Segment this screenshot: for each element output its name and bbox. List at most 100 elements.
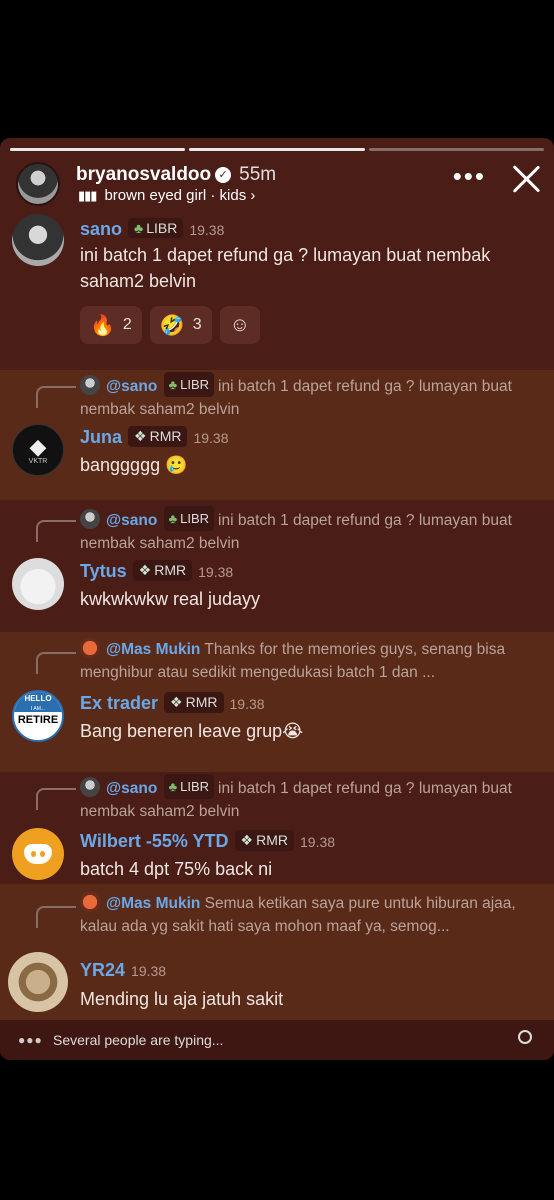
avatar[interactable] — [12, 558, 64, 610]
username[interactable]: Wilbert -55% YTD — [80, 831, 229, 851]
fire-icon: 🔥 — [90, 314, 115, 337]
diamond-icon: ❖ — [170, 694, 183, 710]
typing-dots-icon: ●●● — [18, 1033, 43, 1047]
progress-segment — [368, 148, 544, 151]
reply-username[interactable]: @sano — [106, 378, 157, 395]
username[interactable]: sano — [80, 219, 122, 239]
role-tag: ❖ RMR — [164, 692, 224, 713]
role-tag: ♣ LIBR — [163, 372, 215, 397]
message-text: ini batch 1 dapet refund ga ? lumayan bu… — [80, 245, 491, 291]
message-header: sano ♣ LIBR 19.38 — [80, 218, 224, 240]
reply-avatar — [80, 509, 100, 529]
reply-preview[interactable]: @sano ♣ LIBR ini batch 1 dapet refund ga ?… — [80, 372, 534, 421]
role-tag: ♣ LIBR — [163, 506, 215, 531]
typing-indicator: ●●● Several people are typing... — [0, 1020, 554, 1060]
avatar-label: VKTR — [28, 457, 48, 465]
username[interactable]: Ex trader — [80, 693, 158, 713]
diamond-icon: ❖ — [138, 562, 152, 578]
story-frame: bryanosvaldoo ✓ 55m ▮▮▮ brown eyed girl · k… — [0, 138, 554, 1060]
timestamp: 19.38 — [193, 430, 229, 446]
timestamp: 19.38 — [300, 834, 336, 850]
reply-preview[interactable]: @sano ♣ LIBR ini batch 1 dapet refund ga ?… — [80, 506, 534, 555]
timestamp: 19.38 — [189, 222, 225, 238]
reply-connector — [36, 386, 76, 408]
timer-icon[interactable] — [518, 1030, 532, 1044]
reply-username[interactable]: @sano — [106, 780, 157, 797]
story-username[interactable]: bryanosvaldoo — [76, 164, 211, 185]
message-header: Tytus ❖ RMR 19.38 — [80, 560, 233, 582]
avatar[interactable]: ◆ VKTR — [12, 424, 64, 476]
message-wilbert: @sano ♣ LIBR ini batch 1 dapet refund ga ?… — [0, 772, 554, 884]
rofl-icon: 🤣 — [159, 314, 185, 337]
music-title[interactable]: brown eyed girl · kids — [104, 187, 246, 204]
timestamp: 19.38 — [198, 564, 234, 580]
close-icon[interactable] — [510, 162, 542, 194]
avatar-retire: RETIRE — [17, 714, 59, 726]
reply-connector — [36, 520, 76, 542]
message-text: Bang beneren leave grup😭 — [80, 721, 304, 741]
username[interactable]: YR24 — [80, 960, 125, 980]
typing-text: Several people are typing... — [53, 1032, 224, 1048]
reply-connector — [36, 652, 76, 674]
avatar[interactable] — [12, 214, 64, 266]
role-tag: ❖ RMR — [132, 560, 193, 581]
message-yr24: @Mas Mukin Semua ketikan saya pure untuk… — [0, 884, 554, 1020]
role-tag-label: LIBR — [180, 377, 210, 392]
vktr-logo-icon: ◆ — [29, 433, 47, 459]
timestamp: 19.38 — [229, 696, 265, 712]
reactions: 🔥 2 🤣 3 ☺ — [80, 306, 261, 344]
role-tag-label: RMR — [256, 832, 288, 848]
reaction-laugh[interactable]: 🤣 3 — [149, 306, 212, 344]
reply-preview[interactable]: @Mas Mukin Thanks for the memories guys,… — [80, 638, 534, 684]
username[interactable]: Tytus — [80, 561, 127, 581]
reply-username[interactable]: @Mas Mukin — [106, 895, 200, 912]
reply-username[interactable]: @sano — [106, 512, 157, 529]
message-header: YR24 19.38 — [80, 960, 166, 981]
add-reaction-button[interactable]: ☺ — [219, 306, 261, 344]
reply-username[interactable]: @Mas Mukin — [106, 641, 200, 658]
chevron-right-icon: › — [250, 187, 256, 204]
role-tag-label: LIBR — [180, 779, 210, 794]
avatar[interactable] — [8, 952, 68, 1012]
reaction-fire[interactable]: 🔥 2 — [80, 306, 142, 344]
message-text: banggggg 🥲 — [80, 455, 188, 475]
music-line[interactable]: ▮▮▮ brown eyed girl · kids › — [78, 187, 255, 204]
story-avatar[interactable] — [16, 162, 60, 206]
reaction-count: 2 — [122, 316, 132, 333]
reply-preview[interactable]: @sano ♣ LIBR ini batch 1 dapet refund ga ?… — [80, 774, 534, 823]
diamond-icon: ❖ — [240, 832, 254, 848]
role-tag-label: LIBR — [146, 220, 178, 236]
reply-avatar — [80, 375, 100, 395]
message-tytus: @sano ♣ LIBR ini batch 1 dapet refund ga ?… — [0, 500, 554, 632]
more-options-button[interactable]: ••• — [453, 163, 486, 189]
message-text: kwkwkwkw real judayy — [80, 589, 261, 609]
role-tag-label: RMR — [185, 694, 218, 710]
discord-eye — [40, 851, 45, 857]
reply-avatar — [80, 892, 100, 912]
story-time: 55m — [239, 164, 277, 185]
avatar-iam: I AM... — [14, 706, 62, 712]
message-header: Juna ❖ RMR 19.38 — [80, 426, 229, 448]
reply-preview[interactable]: @Mas Mukin Semua ketikan saya pure untuk… — [80, 892, 534, 938]
leaf-icon: ♣ — [168, 511, 178, 526]
story-username-line[interactable]: bryanosvaldoo ✓ 55m — [76, 164, 276, 186]
discord-eye — [31, 851, 36, 857]
username[interactable]: Juna — [80, 427, 122, 447]
message-header: Wilbert -55% YTD ❖ RMR 19.38 — [80, 830, 335, 852]
reaction-count: 3 — [192, 316, 202, 333]
avatar[interactable] — [12, 828, 64, 880]
message-juna: @sano ♣ LIBR ini batch 1 dapet refund ga ?… — [0, 370, 554, 500]
story-header: bryanosvaldoo ✓ 55m ▮▮▮ brown eyed girl · k… — [0, 160, 554, 210]
progress-segment — [10, 148, 186, 151]
music-bars-icon: ▮▮▮ — [78, 188, 97, 203]
avatar[interactable]: HELLO I AM... RETIRE — [12, 690, 64, 742]
avatar-hello: HELLO — [14, 692, 62, 706]
reply-connector — [36, 906, 76, 928]
role-tag-label: RMR — [154, 562, 187, 578]
leaf-icon: ♣ — [168, 779, 178, 794]
leaf-icon: ♣ — [134, 220, 144, 236]
role-tag: ❖ RMR — [234, 830, 294, 851]
role-tag: ♣ LIBR — [128, 218, 184, 238]
smile-icon: ☺ — [229, 313, 251, 336]
message-text: Mending lu aja jatuh sakit — [80, 989, 284, 1009]
